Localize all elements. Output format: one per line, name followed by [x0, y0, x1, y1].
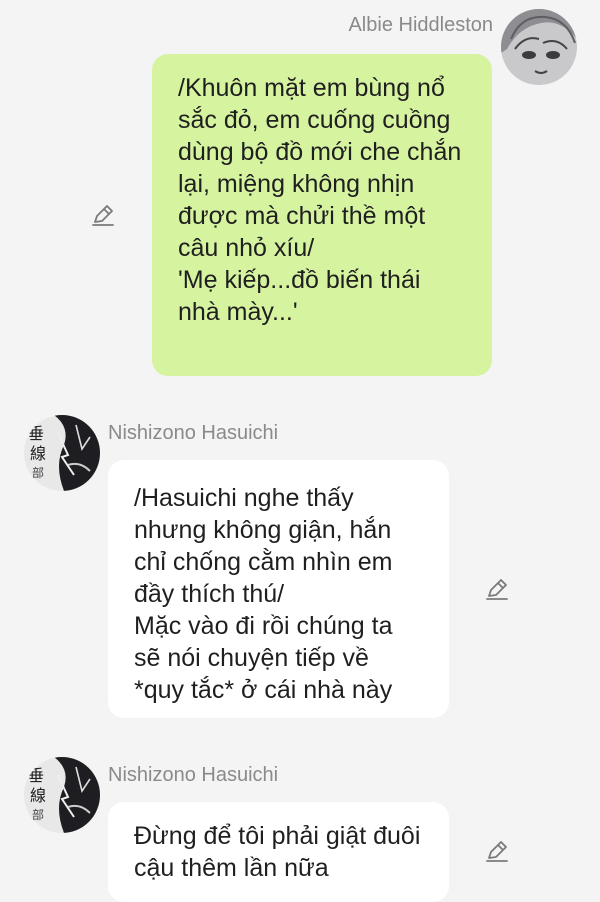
message-bubble[interactable]: /Hasuichi nghe thấy nhưng không giận, hắ…: [108, 460, 449, 718]
chat-message-incoming: 垂 線 部 Nishizono Hasuichi Đừng để tôi phả…: [0, 730, 600, 902]
chat-message-incoming: 垂 線 部 Nishizono Hasuichi /Hasuichi nghe …: [0, 390, 600, 730]
message-bubble[interactable]: Đừng để tôi phải giật đuôi cậu thêm lần …: [108, 802, 449, 902]
anime-avatar-nishizono-icon: 垂 線 部: [24, 415, 100, 491]
pencil-edit-icon[interactable]: [484, 576, 510, 602]
sender-name: Nishizono Hasuichi: [108, 422, 279, 444]
sender-name: Nishizono Hasuichi: [108, 764, 279, 786]
chat-message-outgoing: Albie Hiddleston /Khuôn mặt em bùng nổ s…: [0, 0, 600, 390]
anime-avatar-albie-icon: [501, 9, 577, 85]
svg-text:部: 部: [32, 465, 44, 480]
pencil-edit-icon[interactable]: [90, 202, 116, 228]
svg-text:線: 線: [30, 786, 46, 805]
avatar[interactable]: [501, 9, 577, 85]
avatar[interactable]: 垂 線 部: [24, 757, 100, 833]
svg-text:線: 線: [30, 444, 46, 463]
anime-avatar-nishizono-icon: 垂 線 部: [24, 757, 100, 833]
svg-text:垂: 垂: [28, 766, 44, 785]
avatar[interactable]: 垂 線 部: [24, 415, 100, 491]
pencil-edit-icon[interactable]: [484, 838, 510, 864]
svg-text:垂: 垂: [28, 424, 44, 443]
sender-name: Albie Hiddleston: [348, 14, 493, 36]
svg-text:部: 部: [32, 807, 44, 822]
message-bubble[interactable]: /Khuôn mặt em bùng nổ sắc đỏ, em cuống c…: [152, 54, 492, 376]
